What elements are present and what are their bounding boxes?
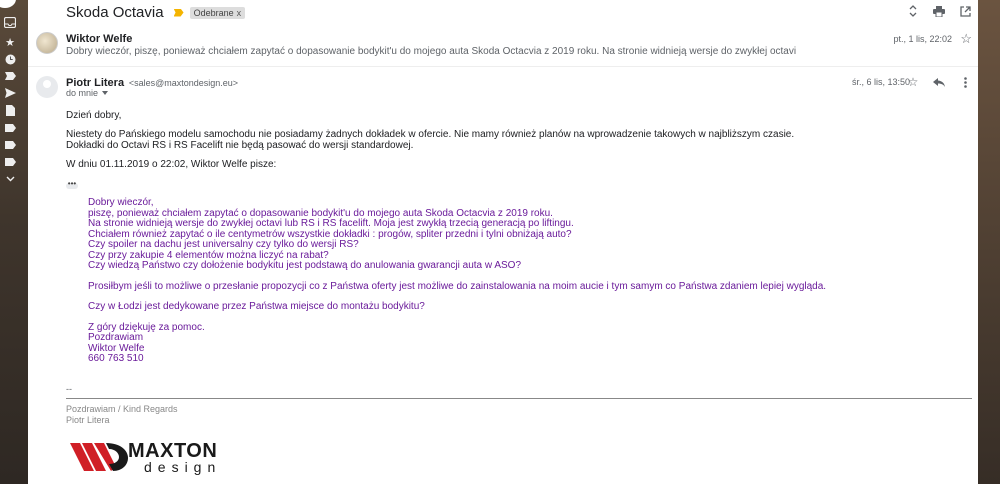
- label-remove-button[interactable]: x: [237, 8, 242, 18]
- paragraph: Niestety do Pańskiego modelu samochodu n…: [66, 129, 795, 140]
- star-icon[interactable]: ☆: [960, 31, 972, 47]
- show-trimmed-content-button[interactable]: •••: [66, 180, 78, 189]
- greeting: Dzień dobry,: [66, 110, 122, 121]
- important-icon[interactable]: [4, 70, 16, 82]
- message1-sender[interactable]: Wiktor Welfe: [66, 33, 132, 45]
- thread-subject: Skoda Octavia: [66, 4, 164, 21]
- inbox-icon[interactable]: [4, 16, 16, 28]
- quote-line: Wiktor Welfe: [88, 342, 145, 354]
- quote-line: Na stronie widnieją wersje do zwykłej oc…: [88, 218, 574, 229]
- signature: Pozdrawiam / Kind Regards Piotr Litera: [66, 404, 178, 426]
- quoted-message: Dobry wieczór, piszę, ponieważ chciałem …: [88, 197, 848, 365]
- important-marker-icon[interactable]: [173, 8, 184, 17]
- quote-line: Czy spoiler na dachu jest universalny cz…: [88, 239, 359, 250]
- clock-icon[interactable]: [4, 53, 16, 65]
- quote-line: Z góry dziękuję za pomoc.: [88, 321, 205, 333]
- print-icon[interactable]: [932, 4, 946, 18]
- message-actions: ☆: [906, 75, 972, 89]
- label-icon[interactable]: [4, 156, 16, 168]
- logo-stripes-icon: [70, 443, 128, 471]
- divider: [28, 66, 978, 67]
- message-body: Dzień dobry, Niestety do Pańskiego model…: [66, 110, 946, 189]
- quote-intro: W dniu 01.11.2019 o 22:02, Wiktor Welfe …: [66, 159, 277, 170]
- signature-regards: Pozdrawiam / Kind Regards: [66, 404, 178, 414]
- background-strip: [978, 0, 1000, 484]
- email-panel: Skoda Octavia Odebrane x Wiktor Welfe Do…: [28, 0, 978, 484]
- recipient-row[interactable]: do mnie: [66, 88, 109, 98]
- subject-row: Skoda Octavia Odebrane x: [66, 4, 246, 21]
- message2-email: <sales@maxtondesign.eu>: [128, 78, 239, 88]
- quote-line: Dobry wieczór,: [88, 197, 154, 208]
- quote-line: Czy w Łodzi jest dedykowane przez Państw…: [88, 301, 425, 312]
- message1-snippet[interactable]: Dobry wieczór, piszę, ponieważ chciałem …: [66, 46, 796, 57]
- chevron-down-icon[interactable]: [102, 91, 109, 95]
- quote-line: Czy wiedzą Państwo czy dołożenie bodykit…: [88, 260, 522, 271]
- thread-actions: [906, 4, 972, 18]
- star-icon[interactable]: ☆: [906, 75, 920, 89]
- label-chip[interactable]: Odebrane x: [189, 6, 246, 19]
- label-icon[interactable]: [4, 139, 16, 151]
- paragraph: Dokładki do Octavi RS i RS Facelift nie …: [66, 140, 414, 151]
- label-chip-text: Odebrane: [193, 7, 234, 18]
- open-new-window-icon[interactable]: [958, 4, 972, 18]
- left-rail: ★: [0, 0, 28, 484]
- quote-line: Pozdrawiam: [88, 332, 144, 343]
- chevron-down-icon[interactable]: [4, 173, 16, 185]
- signature-separator: --: [66, 384, 72, 394]
- label-icon[interactable]: [4, 122, 16, 134]
- recipient-text: do mnie: [66, 88, 99, 98]
- send-icon[interactable]: [4, 87, 16, 99]
- reply-icon[interactable]: [932, 75, 946, 89]
- message1-date: pt., 1 lis, 22:02: [893, 34, 952, 44]
- logo-sub-text: design: [144, 459, 222, 475]
- account-avatar[interactable]: [0, 0, 16, 8]
- star-icon[interactable]: ★: [4, 36, 16, 49]
- more-options-icon[interactable]: [958, 75, 972, 89]
- message2-date: śr., 6 lis, 13:50: [851, 77, 910, 87]
- signature-name: Piotr Litera: [66, 415, 110, 425]
- sender-avatar: [36, 32, 58, 54]
- maxton-design-logo: MAXTON design: [70, 437, 235, 477]
- draft-icon[interactable]: [4, 104, 16, 116]
- quote-line: 660 763 510: [88, 353, 144, 364]
- expand-all-icon[interactable]: [906, 4, 920, 18]
- sender-avatar: [36, 76, 58, 98]
- signature-divider: [66, 398, 972, 399]
- quote-line: Prosiłbym jeśli to możliwe o przesłanie …: [88, 280, 827, 292]
